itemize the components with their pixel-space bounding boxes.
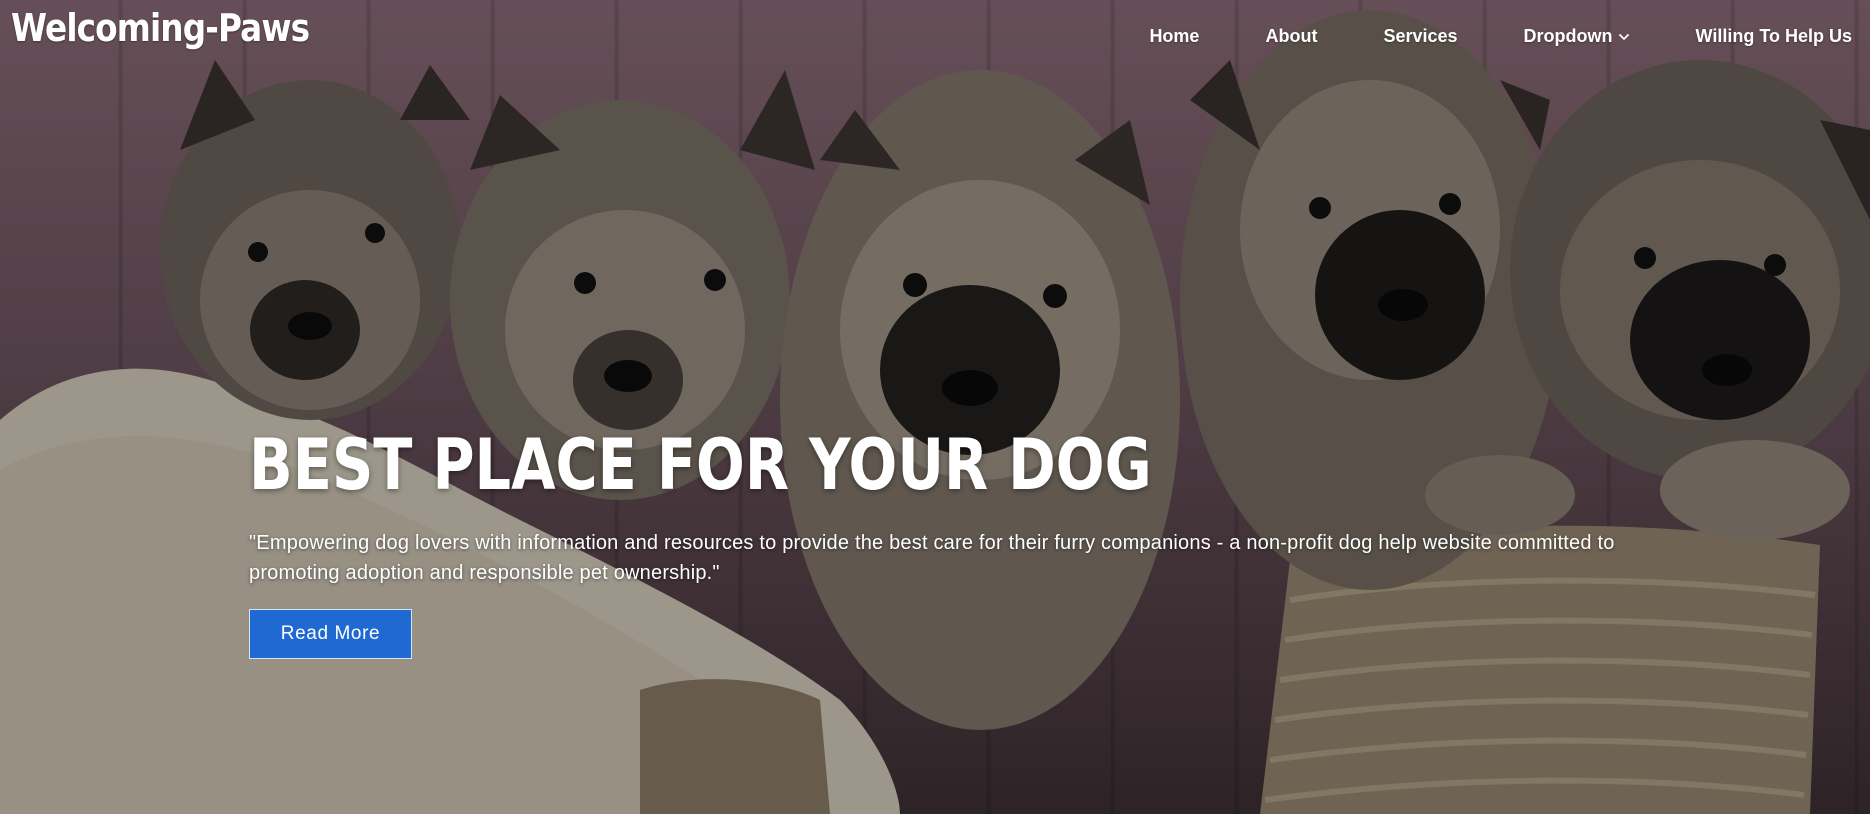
navbar: Welcoming-Paws Home About Services Dropd… [0,0,1870,80]
nav-dropdown[interactable]: Dropdown [1524,26,1630,47]
nav-home-label: Home [1149,26,1200,46]
site-logo[interactable]: Welcoming-Paws [11,6,310,50]
read-more-button[interactable]: Read More [249,609,412,659]
hero-description: "Empowering dog lovers with information … [249,532,1615,584]
nav-about[interactable]: About [1265,26,1317,47]
chevron-down-icon [1618,33,1629,40]
hero-section: Welcoming-Paws Home About Services Dropd… [0,0,1870,814]
nav-services-label: Services [1383,26,1458,46]
hero-dark-overlay [0,0,1870,814]
main-nav: Home About Services Dropdown Willing To … [1149,26,1852,47]
hero-headline: BEST PLACE FOR YOUR DOG [249,424,1152,506]
nav-willing-to-help-us[interactable]: Willing To Help Us [1696,26,1853,47]
nav-services[interactable]: Services [1383,26,1457,47]
nav-willing-to-help-us-label: Willing To Help Us [1695,26,1853,46]
nav-about-label: About [1265,26,1318,46]
nav-dropdown-label: Dropdown [1523,26,1613,46]
nav-home[interactable]: Home [1149,26,1199,47]
